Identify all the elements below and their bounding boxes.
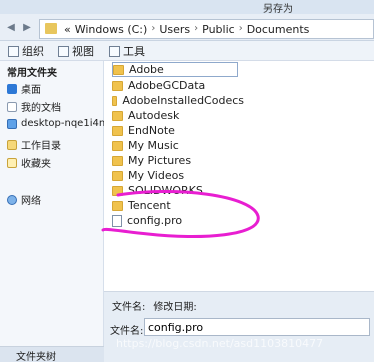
breadcrumb-windows-c[interactable]: Windows (C:): [75, 23, 148, 36]
tools-button[interactable]: 工具: [109, 43, 145, 59]
file-name: AdobeInstalledCodecs: [122, 94, 244, 107]
save-panel: 文件名: 修改日期: 文件名:: [104, 291, 374, 362]
sidebar-item-my-documents[interactable]: 我的文档: [7, 99, 61, 114]
breadcrumb-separator[interactable]: ›: [239, 23, 243, 36]
folder-icon: [112, 95, 118, 106]
forward-icon[interactable]: ▶: [21, 22, 33, 34]
column-headers: 文件名: 修改日期:: [112, 298, 197, 313]
sidebar-item-label: desktop-nqe1i4n: [21, 118, 106, 129]
folder-tree-label: 文件夹树: [16, 352, 56, 362]
file-name: EndNote: [128, 124, 175, 137]
sidebar-item-label: 收藏夹: [21, 159, 51, 170]
file-name: Adobe: [129, 63, 164, 76]
watermark: https://blog.csdn.net/asd1103810477: [116, 337, 324, 350]
back-icon[interactable]: ◀: [5, 22, 17, 34]
breadcrumb-users[interactable]: Users: [159, 23, 190, 36]
organize-label: 组织: [22, 45, 44, 58]
filename-input[interactable]: [145, 319, 369, 335]
breadcrumb-public[interactable]: Public: [202, 23, 235, 36]
list-item[interactable]: AdobeGCData: [112, 78, 244, 93]
sidebar-item-computer[interactable]: desktop-nqe1i4n: [7, 118, 105, 129]
desktop-icon: [7, 83, 17, 94]
title-bar: 另存为: [0, 0, 374, 15]
folder-icon: [112, 155, 123, 166]
tools-icon: [109, 45, 120, 57]
file-name: SOLIDWORKS: [128, 184, 203, 197]
toolbar: 组织 视图 工具: [0, 41, 374, 61]
organize-button[interactable]: 组织: [8, 43, 44, 59]
folder-icon: [112, 110, 123, 121]
file-name: Tencent: [128, 199, 171, 212]
file-name: My Music: [128, 139, 179, 152]
list-item[interactable]: EndNote: [112, 123, 244, 138]
breadcrumb-documents[interactable]: Documents: [247, 23, 310, 36]
list-item[interactable]: My Music: [112, 138, 244, 153]
list-item[interactable]: My Pictures: [112, 153, 244, 168]
list-item[interactable]: SOLIDWORKS: [112, 183, 244, 198]
sidebar-item-label: 网络: [21, 196, 41, 207]
folder-icon: [112, 140, 123, 151]
organize-icon: [8, 45, 19, 57]
sidebar-item-desktop[interactable]: 桌面: [7, 81, 41, 96]
sidebar-item-work-directory[interactable]: 工作目录: [7, 137, 61, 152]
list-item[interactable]: Autodesk: [112, 108, 244, 123]
favorites-icon: [7, 157, 17, 168]
file-name: My Pictures: [128, 154, 192, 167]
sidebar-heading: 常用文件夹: [7, 68, 57, 79]
list-item[interactable]: AdobeInstalledCodecs: [112, 93, 244, 108]
breadcrumb: « Windows (C:) › Users › Public › Docume…: [64, 23, 309, 36]
sidebar-item-label: 我的文档: [21, 103, 61, 114]
sidebar-item-network[interactable]: 网络: [7, 192, 41, 207]
sidebar-item-favorites[interactable]: 收藏夹: [7, 155, 51, 170]
address-box[interactable]: « Windows (C:) › Users › Public › Docume…: [39, 19, 374, 39]
views-button[interactable]: 视图: [58, 43, 94, 59]
tools-label: 工具: [123, 45, 145, 58]
filename-label: 文件名:: [110, 326, 144, 337]
sidebar-item-label: 桌面: [21, 85, 41, 96]
list-item[interactable]: Adobe: [112, 62, 238, 77]
list-item[interactable]: config.pro: [112, 213, 244, 228]
column-header-modified[interactable]: 修改日期:: [153, 298, 196, 313]
breadcrumb-prefix[interactable]: «: [64, 23, 71, 36]
window-title: 另存为: [263, 4, 293, 15]
file-name: AdobeGCData: [128, 79, 206, 92]
file-list: Adobe AdobeGCData AdobeInstalledCodecs A…: [104, 61, 374, 291]
views-label: 视图: [72, 45, 94, 58]
list-item[interactable]: Tencent: [112, 198, 244, 213]
folder-icon: [113, 64, 124, 75]
breadcrumb-separator[interactable]: ›: [194, 23, 198, 36]
folder-icon: [112, 185, 123, 196]
computer-icon: [7, 118, 17, 129]
filename-field: [144, 318, 370, 336]
folder-icon: [112, 170, 123, 181]
folder-icon: [112, 200, 123, 211]
breadcrumb-separator[interactable]: ›: [151, 23, 155, 36]
document-icon: [7, 101, 17, 112]
folder-icon: [45, 23, 57, 34]
sidebar-item-label: 工作目录: [21, 141, 61, 152]
file-name: Autodesk: [128, 109, 180, 122]
file-name: My Videos: [128, 169, 185, 182]
views-icon: [58, 45, 69, 57]
sidebar: 常用文件夹 桌面 我的文档 desktop-nqe1i4n 工作目录 收藏夹 网…: [0, 61, 105, 362]
file-name: config.pro: [127, 214, 183, 227]
column-header-name[interactable]: 文件名:: [112, 298, 145, 313]
file-icon: [112, 214, 122, 227]
network-icon: [7, 194, 17, 205]
folder-icon: [112, 80, 123, 91]
folder-icon: [112, 125, 123, 136]
list-item[interactable]: My Videos: [112, 168, 244, 183]
address-bar: ◀ ▶ « Windows (C:) › Users › Public › Do…: [0, 14, 374, 41]
folder-tree-toggle[interactable]: 文件夹树: [0, 346, 104, 362]
working-folder-icon: [7, 139, 17, 150]
